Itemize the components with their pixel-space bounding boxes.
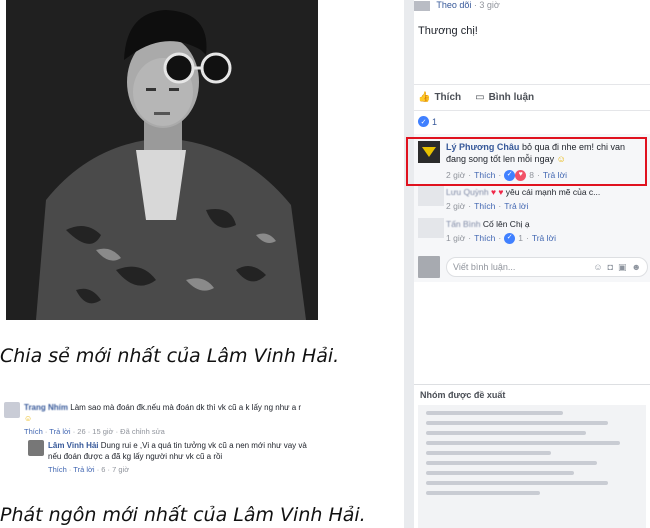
edited-label: Đã chỉnh sửa: [120, 427, 165, 436]
emoji-icon[interactable]: ☺: [593, 262, 602, 273]
gif-icon[interactable]: ▣: [618, 262, 627, 273]
post-time: 3 giờ: [479, 0, 500, 10]
sticker-icon[interactable]: ☻: [632, 262, 641, 273]
reply-link[interactable]: Trả lời: [73, 465, 94, 474]
like-reaction-icon: ✓: [418, 116, 429, 127]
reaction-summary[interactable]: ✓ 1: [418, 116, 437, 127]
commenter-name[interactable]: Lưu Quỳnh: [446, 187, 489, 197]
caption-latest-share: Chia sẻ mới nhất của Lâm Vinh Hải.: [0, 345, 340, 367]
suggested-groups-title: Nhóm được đề xuất: [420, 390, 506, 400]
like-link[interactable]: Thích: [474, 232, 495, 244]
comment-row-2: Lâm Vinh Hải Dung rui e ,Vi a quá tin tư…: [28, 440, 308, 475]
comment-time: 15 giờ: [92, 427, 114, 436]
reply-link[interactable]: Trả lời: [49, 427, 70, 436]
comment-meta: 1 giờ · Thích · ✓ 1 · Trả lời: [446, 232, 556, 244]
highlight-box: [406, 137, 647, 186]
comment-text: yêu cái mạnh mẽ của c...: [505, 187, 601, 197]
suggested-group-preview[interactable]: [418, 405, 646, 528]
divider: [414, 110, 650, 111]
reaction-count: 1: [432, 116, 438, 127]
post-actions: 👍 Thích ▭ Bình luận: [418, 88, 646, 106]
divider: [414, 84, 650, 85]
comment-time: 2 giờ: [446, 201, 466, 211]
comment-icon: ▭: [475, 91, 485, 103]
commenter-name[interactable]: Tấn Bình: [446, 219, 481, 229]
comment-item: Tấn Bình Cố lên Chị ạ 1 giờ · Thích · ✓ …: [418, 218, 646, 244]
comment-button-label: Bình luận: [488, 91, 535, 103]
commenter-name: Lâm Vinh Hải: [48, 441, 99, 450]
reply-link[interactable]: Trả lời: [532, 232, 556, 244]
avatar: [418, 256, 440, 278]
thumbs-up-icon: 👍: [418, 91, 431, 103]
like-button[interactable]: 👍 Thích: [418, 92, 461, 103]
avatar: [4, 402, 20, 418]
like-button-label: Thích: [434, 91, 462, 103]
comment-row-1: Trang Nhím Làm sao mà đoán đk.nếu mà đoá…: [4, 402, 324, 437]
reply-link[interactable]: Trả lời: [504, 200, 528, 212]
comment-meta: 2 giờ · Thích · Trả lời: [446, 200, 529, 212]
comment-text: Làm sao mà đoán đk.nếu mà đoán dk thì vk…: [70, 403, 302, 412]
comment-item: Lưu Quỳnh ♥ ♥ yêu cái mạnh mẽ của c... 2…: [418, 186, 646, 212]
comment-input-placeholder: Viết bình luận...: [453, 262, 516, 272]
commenter-name: Trang Nhím: [24, 403, 69, 412]
comment-meta: Thích · Trả lời · 26 · 15 giờ · Đã chỉnh…: [24, 427, 165, 436]
avatar: [414, 0, 430, 11]
heart-icon: ♥ ♥: [490, 187, 504, 197]
avatar: [418, 186, 444, 206]
camera-icon[interactable]: ◘: [608, 262, 613, 273]
article-photo: [6, 0, 318, 320]
like-link[interactable]: Thích: [474, 200, 495, 212]
reaction-count: 26: [77, 427, 86, 436]
post-header: Theo dõi · 3 giờ: [414, 0, 500, 11]
like-link[interactable]: Thích: [24, 427, 43, 436]
smiley-icon: ☺: [24, 414, 33, 423]
like-reaction-icon: ✓: [504, 232, 516, 244]
reaction-count: 6: [101, 465, 106, 474]
fb-background: [404, 0, 414, 528]
comment-button[interactable]: ▭ Bình luận: [475, 92, 534, 103]
avatar: [28, 440, 44, 456]
embedded-comment-screenshot: Trang Nhím Làm sao mà đoán đk.nếu mà đoá…: [0, 394, 330, 479]
follow-link[interactable]: Theo dõi: [436, 0, 471, 10]
comment-time: 7 giờ: [112, 465, 130, 474]
like-link[interactable]: Thích: [48, 465, 67, 474]
caption-latest-statement: Phát ngôn mới nhất của Lâm Vinh Hải.: [0, 504, 366, 526]
suggested-groups: Nhóm được đề xuất: [414, 384, 650, 528]
post-text: Thương chị!: [418, 25, 478, 37]
comment-meta: Thích · Trả lời · 6 · 7 giờ: [48, 465, 130, 474]
comment-input[interactable]: Viết bình luận... ☺ ◘ ▣ ☻: [446, 257, 648, 277]
reaction-count: 1: [518, 233, 523, 243]
comment-text: Cố lên Chị ạ: [482, 219, 530, 229]
avatar: [418, 218, 444, 238]
screenshot-root: Chia sẻ mới nhất của Lâm Vinh Hải. Trang…: [0, 0, 650, 528]
write-comment-row: Viết bình luận... ☺ ◘ ▣ ☻: [418, 256, 648, 278]
comment-time: 1 giờ: [446, 233, 466, 243]
